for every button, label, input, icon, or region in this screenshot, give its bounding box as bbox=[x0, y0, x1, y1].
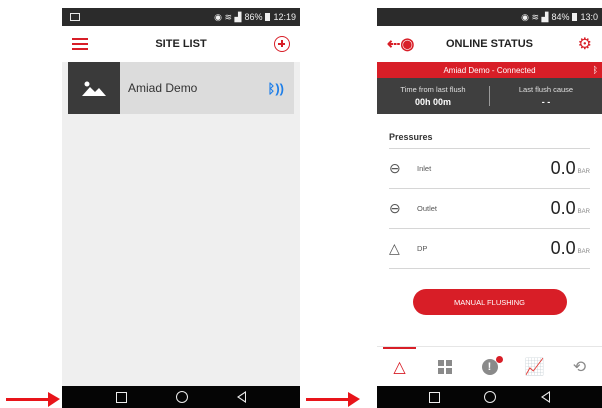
app-header: SITE LIST bbox=[62, 26, 300, 62]
battery-percent: 84% bbox=[551, 12, 570, 22]
pressure-unit: BAR bbox=[577, 208, 590, 215]
time-from-last-flush-value: 00h 00m bbox=[414, 97, 452, 107]
android-nav-bar bbox=[377, 386, 602, 408]
back-icon[interactable] bbox=[236, 391, 246, 403]
pressure-label: DP bbox=[417, 244, 428, 253]
recent-apps-icon[interactable] bbox=[429, 391, 441, 403]
chart-icon: 📈 bbox=[524, 358, 545, 376]
pressure-value: 0.0 bbox=[550, 198, 576, 218]
phone-site-list: ◉ ≋ ▟ 86% 12:19 SITE LIST Amiad Demo ᛒ)) bbox=[62, 8, 300, 408]
clock: 13:0 bbox=[580, 12, 598, 22]
bluetooth-icon: ᛒ)) bbox=[267, 80, 284, 96]
status-bar: ◉ ≋ ▟ 86% 12:19 bbox=[62, 8, 300, 26]
pressure-value: 0.0 bbox=[550, 238, 576, 258]
pressure-row-inlet: ⊖ Inlet 0.0 BAR bbox=[389, 149, 590, 189]
page-title: SITE LIST bbox=[155, 38, 207, 50]
last-flush-cause-label: Last flush cause bbox=[518, 85, 574, 94]
pressures-title: Pressures bbox=[389, 132, 590, 149]
battery-percent: 86% bbox=[244, 12, 263, 22]
alert-icon: ! bbox=[481, 355, 503, 375]
android-nav-bar bbox=[62, 386, 300, 408]
tab-dashboard[interactable] bbox=[422, 347, 467, 386]
site-name: Amiad Demo bbox=[128, 81, 198, 95]
menu-icon[interactable] bbox=[72, 38, 88, 50]
alert-badge bbox=[495, 355, 503, 363]
home-icon[interactable] bbox=[175, 391, 188, 403]
image-placeholder-icon bbox=[68, 62, 120, 114]
red-arrow-right bbox=[306, 392, 360, 407]
tab-history[interactable]: ⟲ bbox=[557, 347, 602, 386]
pressure-label: Outlet bbox=[417, 204, 438, 213]
pressure-unit: BAR bbox=[577, 248, 590, 255]
site-list: Amiad Demo ᛒ)) bbox=[62, 62, 300, 386]
pressure-unit: BAR bbox=[577, 168, 590, 175]
pressure-row-dp: △ DP 0.0 BAR bbox=[389, 229, 590, 269]
pressure-value: 0.0 bbox=[550, 158, 576, 178]
battery-icon bbox=[572, 13, 578, 21]
home-icon[interactable] bbox=[484, 391, 497, 403]
connection-banner: Amiad Demo - Connected ᛒ bbox=[377, 62, 602, 78]
pressure-row-outlet: ⊖ Outlet 0.0 BAR bbox=[389, 189, 590, 229]
screenshot-root: ◉ ≋ ▟ 86% 12:19 SITE LIST Amiad Demo ᛒ))… bbox=[0, 0, 602, 408]
delta-tab-icon: △ bbox=[393, 358, 406, 376]
pressure-label: Inlet bbox=[417, 164, 432, 173]
manual-flushing-button[interactable]: MANUAL FLUSHING bbox=[412, 289, 567, 315]
time-from-last-flush-label: Time from last flush bbox=[400, 85, 466, 94]
status-bar: ◉ ≋ ▟ 84% 13:0 bbox=[377, 8, 602, 26]
wifi-signal-icon: ◉ ≋ ▟ bbox=[521, 11, 549, 22]
history-icon: ⟲ bbox=[572, 358, 587, 376]
outlet-icon: ⊖ bbox=[389, 200, 401, 216]
image-notification-icon bbox=[70, 13, 80, 21]
phone-online-status: ◉ ≋ ▟ 84% 13:0 ⇠◉ ONLINE STATUS ⚙ Amiad … bbox=[377, 8, 602, 408]
red-arrow-left bbox=[6, 392, 60, 407]
gear-icon[interactable]: ⚙ bbox=[578, 34, 592, 54]
add-site-icon[interactable] bbox=[274, 36, 290, 52]
disconnect-back-icon[interactable]: ⇠◉ bbox=[387, 34, 414, 54]
delta-icon: △ bbox=[389, 240, 400, 256]
pressures-section: Pressures ⊖ Inlet 0.0 BAR ⊖ Outlet 0.0 B… bbox=[377, 132, 602, 269]
battery-icon bbox=[265, 13, 271, 21]
tab-charts[interactable]: 📈 bbox=[512, 347, 557, 386]
bluetooth-icon: ᛒ bbox=[592, 65, 598, 75]
last-flush-cause-value: - - bbox=[541, 97, 551, 107]
app-header: ⇠◉ ONLINE STATUS ⚙ bbox=[377, 26, 602, 62]
bottom-tab-bar: △ ! 📈 ⟲ bbox=[377, 346, 602, 386]
connection-status: Amiad Demo - Connected bbox=[443, 65, 536, 75]
clock: 12:19 bbox=[273, 12, 296, 22]
tab-status[interactable]: △ bbox=[377, 347, 422, 386]
list-item[interactable]: Amiad Demo ᛒ)) bbox=[68, 62, 294, 114]
flush-info-panel: Time from last flush 00h 00m Last flush … bbox=[377, 78, 602, 114]
back-icon[interactable] bbox=[540, 391, 550, 403]
wifi-signal-icon: ◉ ≋ ▟ bbox=[214, 11, 242, 22]
recent-apps-icon[interactable] bbox=[116, 391, 128, 403]
inlet-icon: ⊖ bbox=[389, 160, 401, 176]
grid-icon bbox=[437, 359, 452, 374]
tab-alerts[interactable]: ! bbox=[467, 347, 512, 386]
